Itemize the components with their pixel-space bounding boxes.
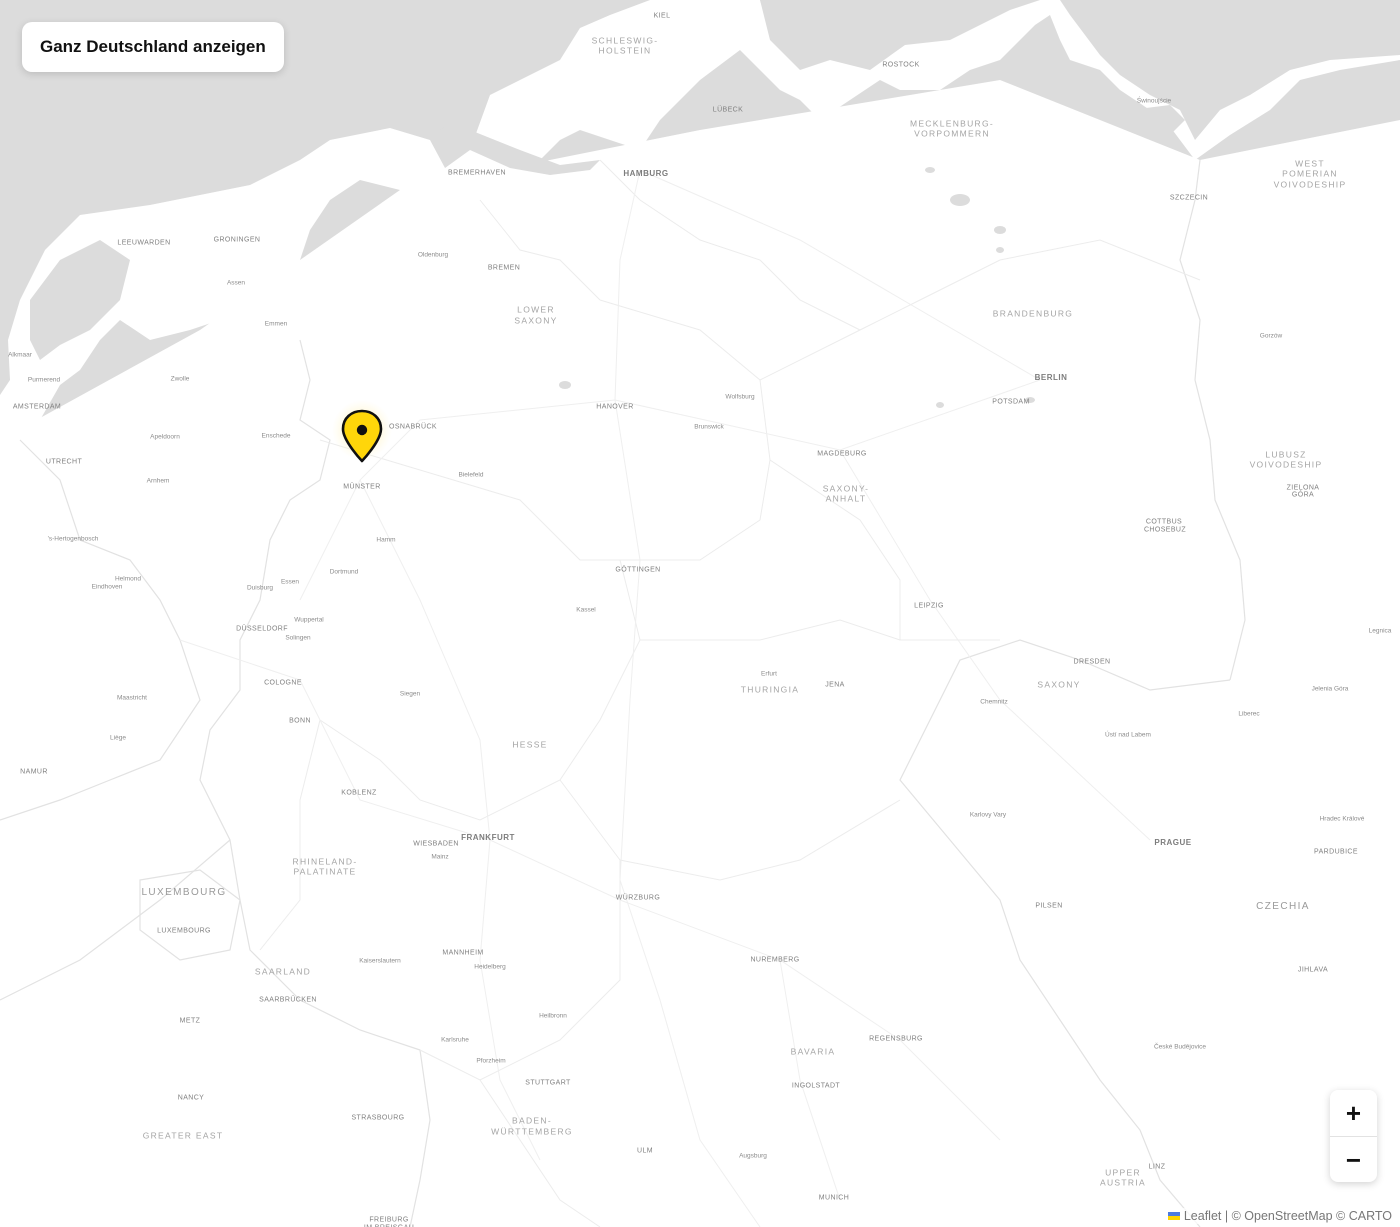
- ukraine-flag-icon: [1167, 1212, 1180, 1220]
- openstreetmap-link[interactable]: © OpenStreetMap: [1232, 1209, 1333, 1223]
- zoom-out-button[interactable]: −: [1330, 1136, 1377, 1182]
- map-canvas[interactable]: KIEL SCHLESWIG- HOLSTEIN ROSTOCK LÜBECK MECKL…: [0, 0, 1400, 1227]
- attribution-separator: |: [1224, 1209, 1229, 1223]
- map-tiles: [0, 0, 1400, 1227]
- leaflet-link[interactable]: Leaflet: [1184, 1209, 1222, 1223]
- show-all-germany-button[interactable]: Ganz Deutschland anzeigen: [22, 22, 284, 72]
- zoom-control: + −: [1330, 1090, 1377, 1182]
- map-attribution: Leaflet | © OpenStreetMap © CARTO: [1165, 1208, 1394, 1224]
- location-pin-icon[interactable]: [331, 400, 393, 466]
- carto-link[interactable]: © CARTO: [1336, 1209, 1392, 1223]
- zoom-in-button[interactable]: +: [1330, 1090, 1377, 1136]
